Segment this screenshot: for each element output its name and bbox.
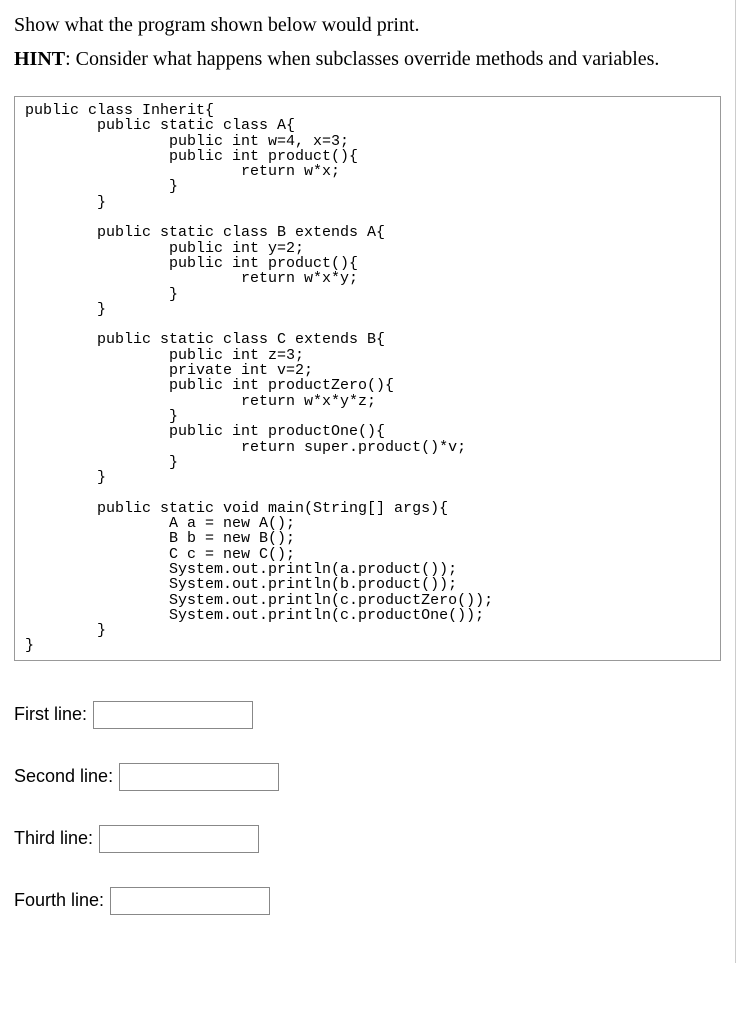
hint-label: HINT xyxy=(14,48,65,70)
second-line-label: Second line: xyxy=(14,766,113,787)
answer-row-second: Second line: xyxy=(14,763,721,791)
code-block: public class Inherit{ public static clas… xyxy=(14,96,721,661)
hint-text: HINT: Consider what happens when subclas… xyxy=(14,47,721,72)
fourth-line-input[interactable] xyxy=(110,887,270,915)
third-line-label: Third line: xyxy=(14,828,93,849)
answer-row-first: First line: xyxy=(14,701,721,729)
instruction-text: Show what the program shown below would … xyxy=(14,14,721,37)
first-line-label: First line: xyxy=(14,704,87,725)
answer-row-third: Third line: xyxy=(14,825,721,853)
answer-row-fourth: Fourth line: xyxy=(14,887,721,915)
first-line-input[interactable] xyxy=(93,701,253,729)
fourth-line-label: Fourth line: xyxy=(14,890,104,911)
hint-body: : Consider what happens when subclasses … xyxy=(65,48,659,70)
second-line-input[interactable] xyxy=(119,763,279,791)
third-line-input[interactable] xyxy=(99,825,259,853)
